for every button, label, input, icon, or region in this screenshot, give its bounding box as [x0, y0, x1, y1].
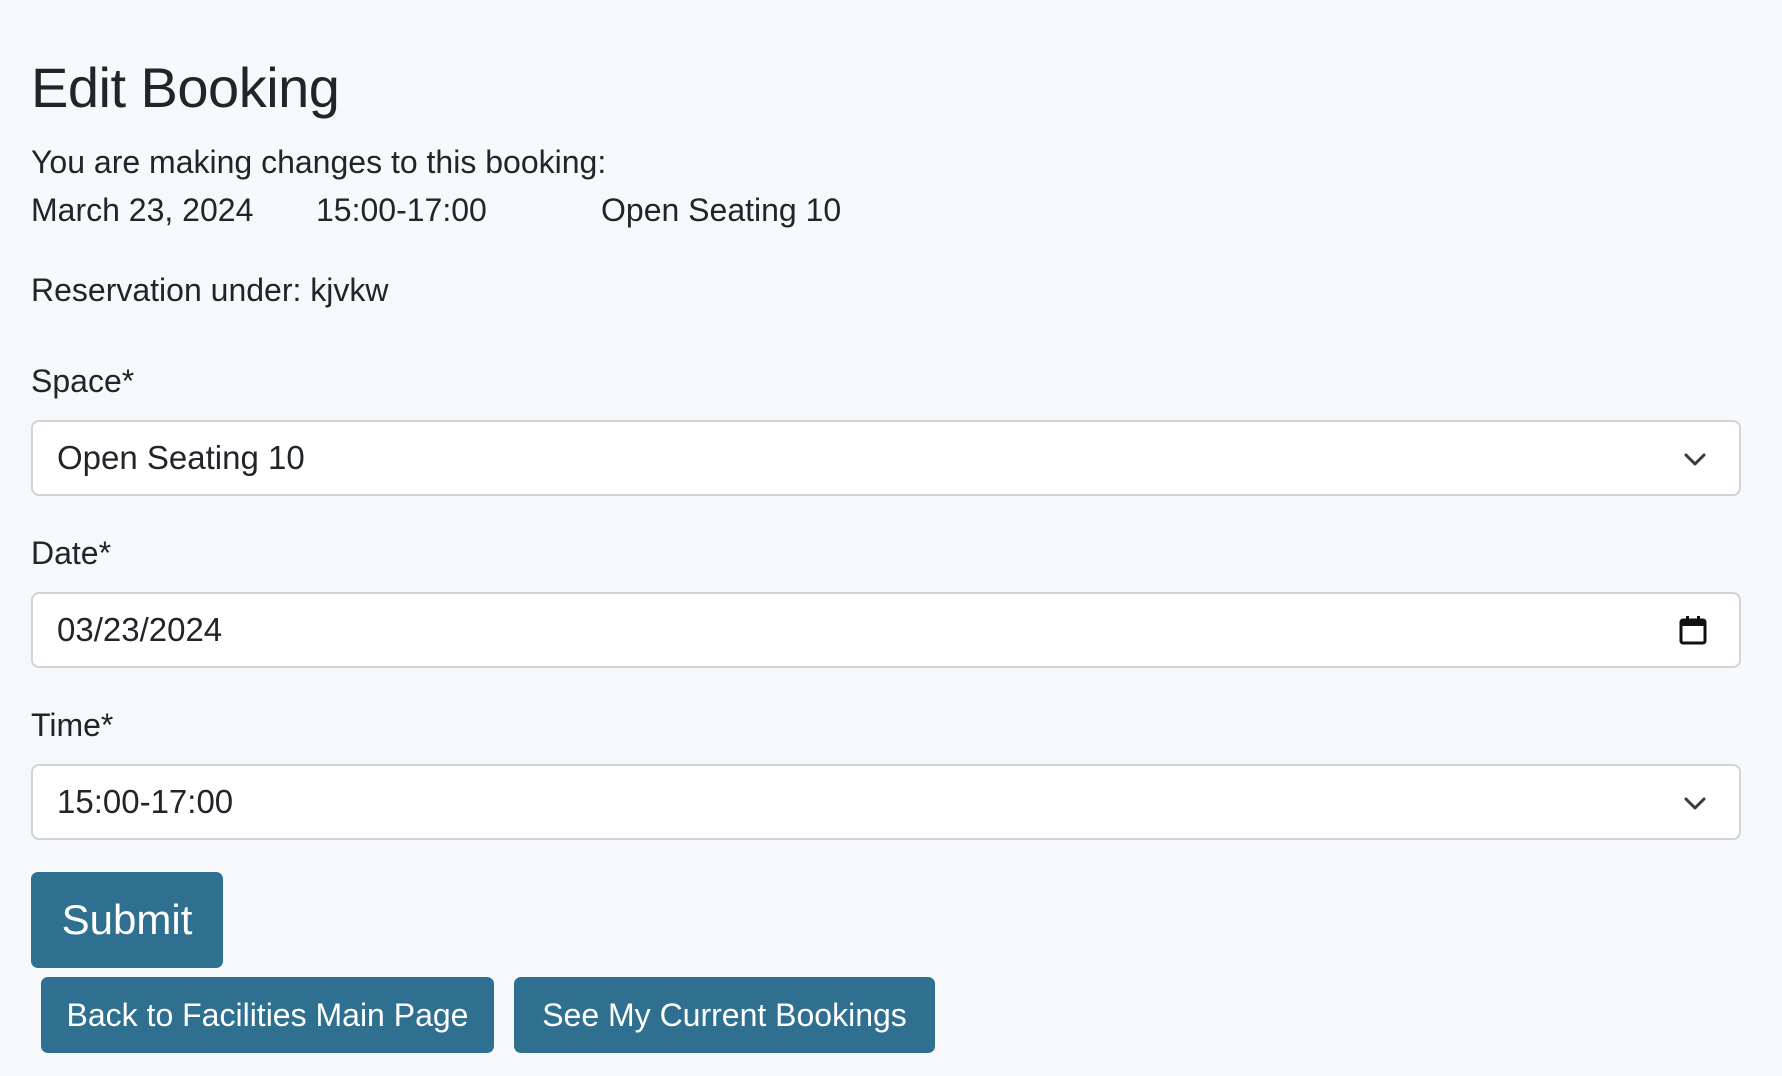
space-select[interactable]: Open Seating 10 [31, 420, 1741, 496]
page-title: Edit Booking [31, 56, 340, 119]
time-select[interactable]: 15:00-17:00 [31, 764, 1741, 840]
date-input[interactable]: 03/23/2024 [31, 592, 1741, 668]
booking-summary-date: March 23, 2024 [31, 192, 254, 228]
space-label: Space* [31, 363, 135, 399]
booking-intro-text: You are making changes to this booking: [31, 144, 607, 180]
back-to-facilities-button[interactable]: Back to Facilities Main Page [41, 977, 494, 1053]
reservation-owner: Reservation under: kjvkw [31, 272, 389, 308]
booking-summary-time: 15:00-17:00 [316, 192, 487, 228]
chevron-down-icon [1684, 797, 1706, 810]
booking-summary-space: Open Seating 10 [601, 192, 842, 228]
space-select-value: Open Seating 10 [57, 439, 305, 476]
chevron-down-icon [1684, 453, 1706, 466]
submit-button[interactable]: Submit [31, 872, 223, 968]
see-my-bookings-button[interactable]: See My Current Bookings [514, 977, 935, 1053]
time-label: Time* [31, 707, 114, 743]
date-input-value: 03/23/2024 [57, 611, 223, 648]
edit-booking-page: Edit Booking You are making changes to t… [0, 0, 1782, 1076]
time-select-value: 15:00-17:00 [57, 783, 234, 820]
calendar-icon[interactable] [1677, 614, 1709, 646]
date-label: Date* [31, 535, 112, 571]
